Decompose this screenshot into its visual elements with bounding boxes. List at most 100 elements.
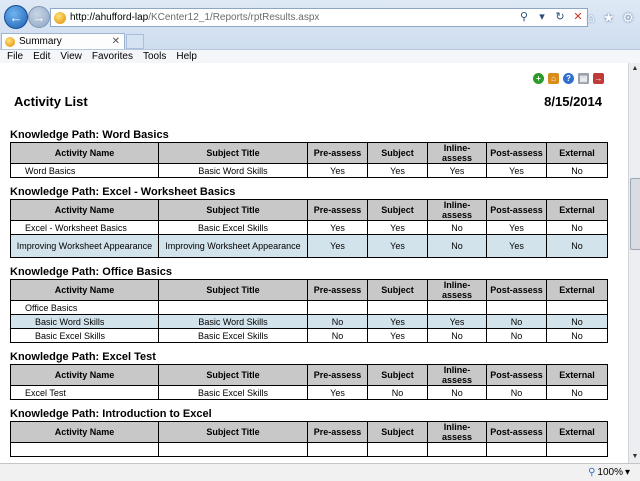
subject-title-cell: Basic Excel Skills (158, 385, 308, 400)
flag-cell: Yes (307, 163, 368, 178)
print-icon[interactable]: ▤ (578, 73, 589, 84)
column-header: External (546, 199, 608, 221)
column-header: Activity Name (10, 142, 159, 164)
column-header: Subject (367, 199, 428, 221)
column-header: Post-assess (486, 199, 547, 221)
refresh-icon[interactable]: ↻ (554, 10, 566, 23)
vertical-scrollbar[interactable]: ▲ ▼ (628, 63, 640, 463)
table-header-row: Activity Name Subject Title Pre-assess Subj… (10, 199, 608, 221)
subject-title-cell: Basic Excel Skills (158, 220, 308, 235)
browser-toolbar: ⌂ ★ ⚙ (587, 10, 634, 26)
column-header: External (546, 142, 608, 164)
flag-cell: No (307, 314, 368, 329)
navigation-bar: ← → http://ahufford-lap/KCenter12_1/Repo… (0, 0, 640, 33)
knowledge-path-section: Knowledge Path: Word Basics Activity Name… (10, 128, 608, 178)
activity-name-cell: Excel Test (10, 385, 159, 400)
help-icon[interactable]: ? (563, 73, 574, 84)
menu-favorites[interactable]: Favorites (92, 51, 133, 62)
flag-cell: Yes (307, 234, 368, 258)
flag-cell (546, 300, 608, 315)
report-actions: + ⌂ ? ▤ → (533, 73, 604, 84)
menu-edit[interactable]: Edit (33, 51, 50, 62)
home-icon[interactable]: ⌂ (548, 73, 559, 84)
column-header: Activity Name (10, 199, 159, 221)
column-header: Pre-assess (307, 142, 368, 164)
column-header: Subject (367, 142, 428, 164)
new-tab-button[interactable] (126, 34, 144, 49)
flag-cell: No (367, 385, 428, 400)
forward-button[interactable]: → (28, 6, 50, 28)
search-icon[interactable]: ⚲ (518, 10, 530, 23)
column-header: Subject Title (158, 142, 308, 164)
column-header: Post-assess (486, 142, 547, 164)
arrow-right-icon: → (32, 9, 46, 25)
table-header-row: Activity Name Subject Title Pre-assess Subj… (10, 279, 608, 301)
zoom-control[interactable]: ⚲ 100% ▾ (588, 467, 630, 478)
knowledge-path-title: Knowledge Path: Office Basics (10, 266, 172, 278)
page-content: + ⌂ ? ▤ → Activity List 8/15/2014 Knowle… (0, 63, 628, 463)
page-icon (54, 11, 66, 24)
flag-cell: Yes (427, 314, 487, 329)
menu-tools[interactable]: Tools (143, 51, 166, 62)
column-header: Post-assess (486, 364, 547, 386)
address-path: /KCenter12_1/Reports/rptResults.aspx (148, 12, 320, 23)
subject-title-cell: Basic Word Skills (158, 314, 308, 329)
favorites-star-icon[interactable]: ★ (603, 10, 615, 26)
table-row: Office Basics (10, 300, 608, 315)
menu-file[interactable]: File (7, 51, 23, 62)
flag-cell (486, 442, 547, 457)
scroll-down-arrow-icon[interactable]: ▼ (629, 451, 640, 463)
knowledge-paths: Knowledge Path: Word Basics Activity Name… (10, 128, 608, 463)
column-header: Inline-assess (427, 421, 487, 443)
report-date: 8/15/2014 (544, 94, 602, 109)
address-bar[interactable]: http://ahufford-lap/KCenter12_1/Reports/… (50, 8, 588, 27)
add-icon[interactable]: + (533, 73, 544, 84)
scroll-up-arrow-icon[interactable]: ▲ (629, 63, 640, 75)
menu-view[interactable]: View (60, 51, 82, 62)
activity-name-cell: Office Basics (10, 300, 159, 315)
stop-icon[interactable]: ✕ (572, 10, 584, 23)
gear-icon[interactable]: ⚙ (622, 10, 634, 26)
column-header: Pre-assess (307, 421, 368, 443)
home-browser-icon[interactable]: ⌂ (587, 10, 595, 26)
column-header: Inline-assess (427, 142, 487, 164)
scroll-thumb[interactable] (630, 178, 640, 250)
activity-name-cell: Basic Word Skills (10, 314, 159, 329)
exit-icon[interactable]: → (593, 73, 604, 84)
activity-name-cell (10, 442, 159, 457)
address-icons: ⚲ ▾ ↻ ✕ (518, 10, 584, 23)
menu-bar: File Edit View Favorites Tools Help (0, 49, 640, 63)
activity-table: Activity Name Subject Title Pre-assess Subj… (10, 199, 608, 258)
column-header: External (546, 421, 608, 443)
column-header: External (546, 279, 608, 301)
column-header: Subject (367, 279, 428, 301)
flag-cell: No (546, 234, 608, 258)
flag-cell (427, 300, 487, 315)
tab-summary[interactable]: Summary ✕ (1, 33, 125, 49)
menu-help[interactable]: Help (176, 51, 197, 62)
column-header: External (546, 364, 608, 386)
knowledge-path-section: Knowledge Path: Excel - Worksheet Basics… (10, 185, 608, 258)
column-header: Inline-assess (427, 279, 487, 301)
flag-cell: No (427, 234, 487, 258)
flag-cell: Yes (367, 328, 428, 343)
table-header-row: Activity Name Subject Title Pre-assess Subj… (10, 364, 608, 386)
status-bar: ⚲ 100% ▾ (0, 463, 640, 481)
knowledge-path-title: Knowledge Path: Word Basics (10, 129, 169, 141)
flag-cell: No (546, 163, 608, 178)
subject-title-cell (158, 300, 308, 315)
back-button[interactable]: ← (4, 5, 28, 29)
close-icon[interactable]: ✕ (112, 36, 120, 47)
column-header: Activity Name (10, 279, 159, 301)
flag-cell (367, 442, 428, 457)
browser-chrome: ← → http://ahufford-lap/KCenter12_1/Repo… (0, 0, 640, 63)
flag-cell: No (546, 328, 608, 343)
flag-cell: Yes (307, 220, 368, 235)
flag-cell: Yes (486, 220, 547, 235)
column-header: Inline-assess (427, 364, 487, 386)
zoom-icon: ⚲ (588, 467, 596, 478)
dropdown-icon[interactable]: ▾ (536, 10, 548, 23)
table-row (10, 442, 608, 457)
column-header: Inline-assess (427, 199, 487, 221)
flag-cell: No (486, 314, 547, 329)
